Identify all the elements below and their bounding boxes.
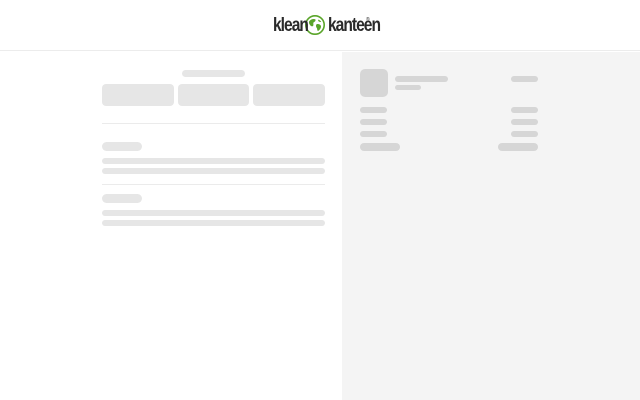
text-line-placeholder <box>102 158 325 164</box>
express-pay-button-placeholder[interactable] <box>253 84 325 106</box>
summary-value-placeholder <box>511 131 538 137</box>
summary-label-placeholder <box>360 119 387 125</box>
logo-text-kanteen: kanteen <box>328 14 381 36</box>
klean-kanteen-logo[interactable]: klean kanteen ® <box>273 12 381 38</box>
summary-label-placeholder <box>360 131 387 137</box>
section-divider <box>102 184 325 185</box>
product-thumbnail-placeholder <box>360 69 388 97</box>
text-line-placeholder <box>102 168 325 174</box>
express-pay-button-placeholder[interactable] <box>178 84 249 106</box>
logo-text-klean: klean <box>273 14 309 36</box>
text-line-placeholder <box>102 220 325 226</box>
total-value-placeholder <box>498 143 538 151</box>
section-divider <box>102 123 325 124</box>
order-summary-panel <box>342 52 640 400</box>
summary-value-placeholder <box>511 119 538 125</box>
section-heading-placeholder <box>102 194 142 203</box>
summary-value-placeholder <box>511 107 538 113</box>
site-header: klean kanteen ® <box>0 0 640 51</box>
product-variant-placeholder <box>395 85 421 90</box>
total-label-placeholder <box>360 143 400 151</box>
product-price-placeholder <box>511 76 538 82</box>
text-line-placeholder <box>102 210 325 216</box>
express-pay-button-placeholder[interactable] <box>102 84 174 106</box>
product-name-placeholder <box>395 76 448 82</box>
section-heading-placeholder <box>102 142 142 151</box>
summary-label-placeholder <box>360 107 387 113</box>
express-checkout-title-placeholder <box>182 70 245 77</box>
